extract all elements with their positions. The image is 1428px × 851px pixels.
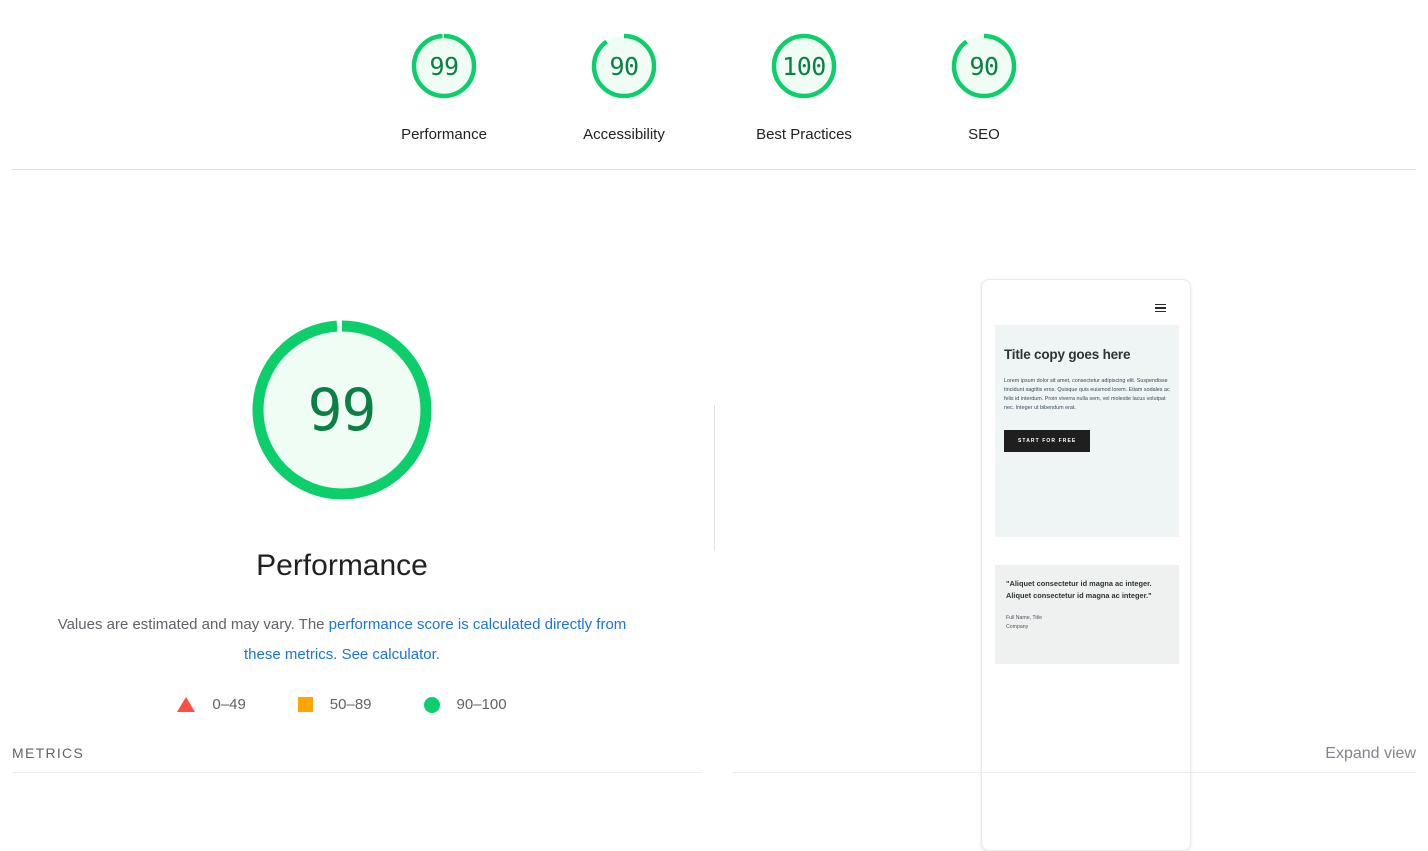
thumbnail-quote-text: "Aliquet consectetur id magna ac integer… [1006, 579, 1152, 600]
score-gauge-accessibility[interactable]: 90 Accessibility [564, 26, 684, 144]
gauge-row: 99 Performance 90 Accessibility 100 Best… [384, 26, 1044, 144]
gauge-arc-best-practices: 100 [764, 26, 844, 106]
category-description: Values are estimated and may vary. The p… [42, 610, 642, 670]
score-gauge-performance[interactable]: 99 Performance [384, 26, 504, 144]
legend-item-fail: 0–49 [177, 696, 246, 713]
gauge-arc-performance: 99 [404, 26, 484, 106]
square-marker-icon [297, 697, 313, 712]
thumbnail-hero: Title copy goes here Lorem ipsum dolor s… [995, 325, 1179, 537]
gauge-arc-accessibility: 90 [584, 26, 664, 106]
triangle-marker-icon [177, 697, 196, 712]
gauge-score-value: 90 [609, 51, 639, 81]
category-summary: 99 Performance Values are estimated and … [0, 170, 684, 713]
gauge-arc-seo: 90 [944, 26, 1024, 106]
gauge-score-value: 90 [969, 51, 999, 81]
description-text-mid: . [333, 646, 342, 663]
gauge-label: Best Practices [756, 126, 852, 143]
category-score-value: 99 [307, 376, 377, 444]
category-title: Performance [256, 549, 428, 582]
metrics-divider-right [732, 772, 1416, 773]
legend-range: 50–89 [329, 696, 372, 713]
score-scroller: 99 Performance 90 Accessibility 100 Best… [0, 0, 1428, 170]
section-vertical-divider [714, 405, 715, 551]
gauge-score-value: 99 [429, 51, 459, 81]
description-text-lead: Values are estimated and may vary. The [57, 616, 329, 633]
metrics-heading: METRICS [12, 745, 85, 761]
attribution-name: Full Name, Title [1006, 615, 1043, 621]
gauge-label: Accessibility [583, 126, 665, 143]
thumbnail-heading: Title copy goes here [1004, 347, 1131, 362]
gauge-score-value: 100 [782, 51, 826, 81]
circle-marker-icon [423, 696, 440, 713]
score-gauge-best-practices[interactable]: 100 Best Practices [744, 26, 864, 144]
hamburger-icon [1155, 303, 1166, 313]
category-main: 99 Performance Values are estimated and … [0, 170, 1428, 851]
expand-view-toggle[interactable]: Expand view [1325, 745, 1416, 763]
legend-item-pass: 90–100 [423, 696, 507, 713]
score-gauge-seo[interactable]: 90 SEO [924, 26, 1044, 144]
legend-item-average: 50–89 [297, 696, 372, 713]
see-calculator-link[interactable]: See calculator. [342, 646, 440, 663]
thumbnail-body-text: Lorem ipsum dolor sit amet, consectetur … [1004, 378, 1170, 412]
thumbnail-attribution: Full Name, Title Company [1006, 614, 1168, 631]
gauge-label: SEO [968, 126, 1000, 143]
metrics-divider-left [12, 772, 702, 773]
score-legend: 0–49 50–89 90–100 [177, 696, 507, 713]
thumbnail-navbar [995, 291, 1179, 325]
thumbnail-cta-button: START FOR FREE [1004, 430, 1091, 453]
thumbnail-testimonial: "Aliquet consectetur id magna ac integer… [995, 565, 1179, 664]
category-gauge: 99 [242, 310, 442, 510]
attribution-company: Company [1006, 623, 1029, 630]
metrics-section-header: METRICS Expand view [0, 730, 1428, 784]
gauge-label: Performance [401, 126, 487, 143]
legend-range: 90–100 [456, 696, 507, 713]
legend-range: 0–49 [212, 696, 246, 713]
